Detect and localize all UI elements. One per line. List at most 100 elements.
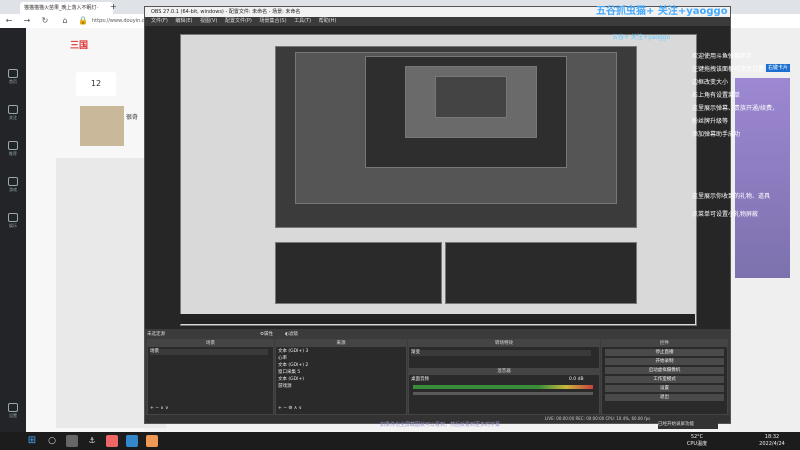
mixer-device-label: 桌面音频: [411, 377, 429, 382]
overlay-subtitle: 五谷+ 关注+yaoggo: [612, 34, 671, 41]
sources-dock: 来源 文本 (GDI+) 3 心率 文本 (GDI+) 2 窗口采集 5 文本 …: [275, 339, 407, 415]
lock-icon: 🔒: [78, 16, 88, 25]
clock-time: 18:32: [764, 434, 780, 440]
scenes-dock: 场景 场景 + − ∧ ∨: [147, 339, 274, 415]
menu-profile[interactable]: 配置文件(P): [225, 17, 252, 26]
source-toolbar-icons[interactable]: + − ⚙ ∧ ∨: [278, 406, 302, 412]
temp-label: CPU温度: [686, 441, 708, 447]
tip-line: 这里展示你收到的礼物、道具: [692, 193, 771, 200]
settings-button[interactable]: 设置: [605, 385, 724, 392]
virtual-camera-button[interactable]: 启动虚拟摄像机: [605, 367, 724, 374]
status-text: LIVE: 00:00:00 REC: 00:00:00 CPU: 10.4%,…: [545, 416, 651, 421]
sidebar-item-home[interactable]: 首页: [0, 66, 26, 88]
mixer-level-meter: [413, 385, 593, 389]
filters-button[interactable]: ◐滤镜: [285, 331, 298, 337]
search-icon[interactable]: ○: [46, 435, 58, 447]
home-icon: [8, 69, 18, 78]
clock-date: 2022/4/24: [759, 441, 785, 447]
count-card: 12: [76, 72, 116, 96]
scene-toolbar-icons[interactable]: + − ∧ ∨: [150, 406, 168, 412]
mixer-volume-slider[interactable]: [413, 392, 593, 395]
obs-window: OBS 27.0.1 (64-bit, windows) - 配置文件: 未命名…: [144, 6, 731, 424]
tip-line: 粉丝牌升级等: [692, 118, 729, 125]
stop-streaming-button[interactable]: 停止直播: [605, 349, 724, 356]
tip-line: 左键拖拽该面板可改变位置: [692, 66, 765, 73]
nested-docks: [275, 242, 442, 304]
source-item[interactable]: 心率: [278, 356, 287, 362]
bottom-note: 如果你也全屏截图就可以看到，然后就看到更多的字幕: [380, 422, 501, 428]
heart-icon: [8, 105, 18, 114]
source-item[interactable]: 游戏源: [278, 384, 292, 390]
tip-line: 右上角有设置菜单: [692, 92, 741, 99]
menu-help[interactable]: 帮助(H): [319, 17, 337, 26]
new-tab-icon[interactable]: +: [110, 2, 120, 12]
star-icon: [8, 141, 18, 150]
properties-button[interactable]: ⚙属性: [260, 331, 273, 337]
sidebar-item-game[interactable]: 游戏: [0, 174, 26, 196]
home-icon[interactable]: ⌂: [60, 16, 70, 26]
sidebar-item-settings[interactable]: 设置: [0, 400, 26, 422]
gear-icon: [8, 403, 18, 412]
menu-tools[interactable]: 工具(T): [294, 17, 311, 26]
controls-dock: 控件 停止直播 开始录制 启动虚拟摄像机 工作室模式 设置 退出: [601, 339, 728, 415]
overlay-title: 五谷抓虫猫+ 关注+yaoggo: [596, 6, 728, 17]
tip-line: 欢迎使用斗鱼弹幕助手: [692, 53, 753, 60]
tip-line: 点菜单可设置小礼物屏蔽: [692, 211, 759, 218]
menu-view[interactable]: 视图(V): [200, 17, 217, 26]
trophy-icon: [8, 213, 18, 222]
menu-scene-collection[interactable]: 场景集合(S): [259, 17, 286, 26]
transition-select[interactable]: 渐变: [411, 350, 591, 356]
back-icon[interactable]: ←: [4, 16, 14, 26]
source-item[interactable]: 文本 (GDI+) 3: [278, 349, 308, 355]
temp-value: 52°C: [690, 434, 704, 440]
tip-line: 这里展示弹幕、贵族开通/续费，: [692, 105, 779, 112]
obs-title: OBS 27.0.1 (64-bit, windows) - 配置文件: 未命名…: [151, 9, 301, 15]
nested-mixer: [445, 242, 637, 304]
reload-icon[interactable]: ↻: [40, 16, 50, 26]
source-item[interactable]: 文本 (GDI+) 2: [278, 363, 308, 369]
system-clock[interactable]: 18:32 2022/4/24: [752, 434, 792, 448]
tab-title: 猫猫猫猫火苗果_晚上落入不眠灯·: [24, 5, 99, 11]
app-icon[interactable]: [146, 435, 158, 447]
content-strip: 三国 12 很奇: [26, 28, 166, 432]
sidebar-item-fun[interactable]: 娱乐: [0, 210, 26, 232]
pin-icon[interactable]: ⚓: [86, 435, 98, 447]
thumbnail[interactable]: [80, 106, 124, 146]
exit-button[interactable]: 退出: [605, 394, 724, 401]
transitions-dock-title: 转场特效: [409, 340, 599, 347]
tip-line: 添加弹幕助手成功: [692, 131, 741, 138]
url-field[interactable]: https://www.douyin.com/: [92, 17, 152, 25]
mixer-dock: 转场特效 渐变 混音器 桌面音频 0.0 dB: [408, 339, 600, 415]
obs-docks: 未选定源 ⚙属性 ◐滤镜 场景 场景 + − ∧ ∨ 来源 文本 (GDI+) …: [145, 329, 730, 423]
start-icon[interactable]: ⊞: [26, 435, 38, 447]
tip-line: 边框改变大小: [692, 79, 729, 86]
start-recording-button[interactable]: 开始录制: [605, 358, 724, 365]
nested-screen-4: [435, 76, 507, 118]
scene-item[interactable]: 场景: [150, 349, 268, 355]
scenes-dock-title: 场景: [148, 340, 273, 347]
sidebar-item-recommend[interactable]: 推荐: [0, 138, 26, 160]
studio-mode-button[interactable]: 工作室模式: [605, 376, 724, 383]
site-sidebar: 首页 关注 推荐 游戏 娱乐 设置: [0, 28, 26, 432]
mixer-dock-title: 混音器: [409, 368, 599, 375]
firefox-icon[interactable]: [106, 435, 118, 447]
source-item[interactable]: 文本 (GDI+): [278, 377, 304, 383]
edge-icon[interactable]: [126, 435, 138, 447]
forward-icon[interactable]: →: [22, 16, 32, 26]
sources-dock-title: 来源: [276, 340, 406, 347]
controls-dock-title: 控件: [602, 340, 727, 347]
obs-preview[interactable]: [145, 26, 730, 329]
cpu-temp: 52°C CPU温度: [682, 434, 712, 448]
no-source-label: 未选定源: [147, 332, 165, 337]
obs-app-icon[interactable]: [66, 435, 78, 447]
right-click-badge: 右键卡片: [766, 64, 791, 72]
sidebar-item-follow[interactable]: 关注: [0, 102, 26, 124]
source-item[interactable]: 窗口采集 5: [278, 370, 300, 376]
chat-note: 已经开始录屏功能: [658, 421, 718, 429]
menu-edit[interactable]: 编辑(E): [175, 17, 192, 26]
browser-tab[interactable]: 猫猫猫猫火苗果_晚上落入不眠灯·: [20, 2, 113, 14]
nested-taskbar: [180, 314, 695, 324]
menu-file[interactable]: 文件(F): [151, 17, 168, 26]
gamepad-icon: [8, 177, 18, 186]
taskbar: ⊞ ○ ⚓ 52°C CPU温度 18:32 2022/4/24: [0, 432, 800, 450]
